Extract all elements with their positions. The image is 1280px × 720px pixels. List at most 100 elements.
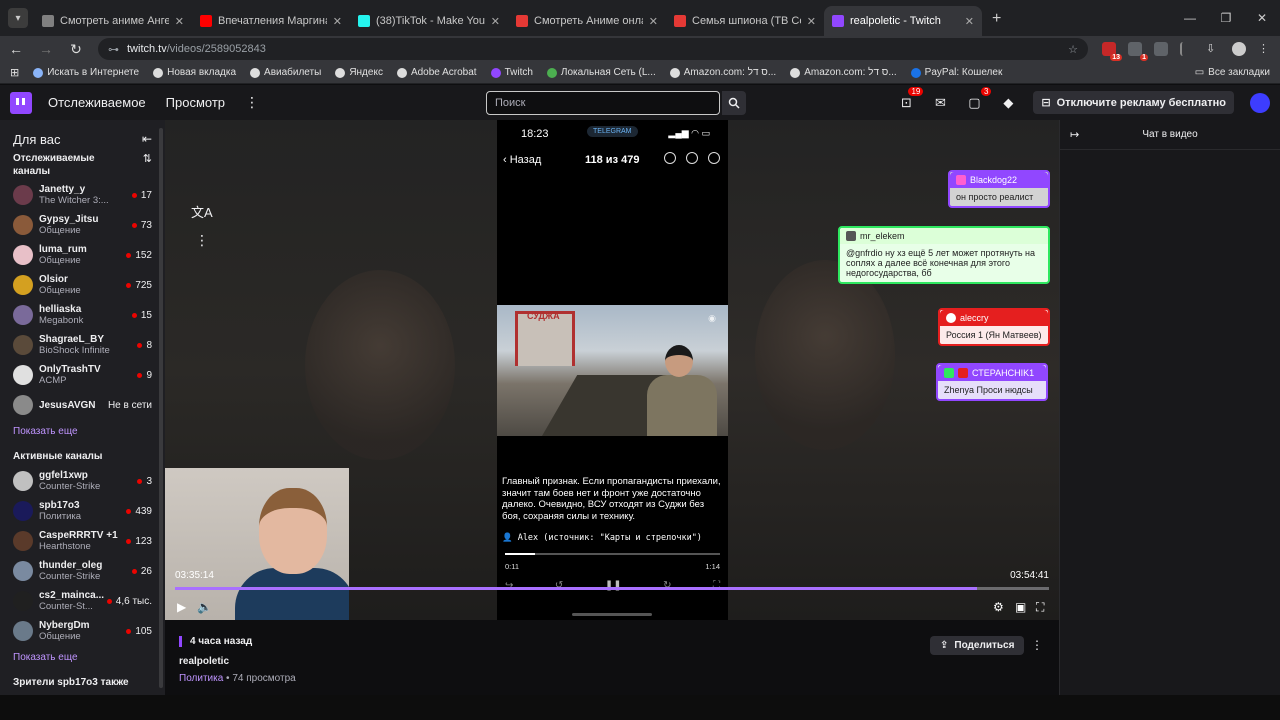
nav-more-icon[interactable]: ⋮ <box>245 94 259 111</box>
tab-close-icon[interactable]: ✕ <box>807 15 816 28</box>
bits-icon[interactable]: ◆ <box>999 94 1017 112</box>
sort-icon[interactable]: ⇅ <box>143 152 152 178</box>
bookmark-item[interactable]: Локальная Сеть (L... <box>546 67 656 78</box>
bookmark-item[interactable]: Amazon.com: ס דל... <box>669 67 776 78</box>
extension-icon-2[interactable]: 1 <box>1128 42 1148 61</box>
bookmark-item[interactable]: Amazon.com: ס דל... <box>790 67 897 78</box>
sidebar-header: Для вас ⇤ <box>0 120 165 150</box>
back-icon[interactable]: ← <box>8 41 24 57</box>
reload-icon[interactable]: ↻ <box>68 41 84 58</box>
restore-icon[interactable]: ❐ <box>1208 0 1244 36</box>
seek-bar[interactable] <box>175 587 1049 590</box>
expand-chat-icon[interactable]: ↦ <box>1070 128 1079 141</box>
sidebar-channel[interactable]: JesusAVGN Не в сети <box>0 390 165 420</box>
download-icon[interactable]: ⇩ <box>1206 42 1220 56</box>
settings-icon[interactable]: ⚙ <box>993 600 1004 614</box>
address-bar[interactable]: ⊶ twitch.tv/videos/2589052843 ☆ <box>98 38 1088 60</box>
all-bookmarks[interactable]: ▭ Все закладки <box>1195 67 1270 78</box>
phone-time-start: 0:11 <box>505 562 520 571</box>
sidebar-channel[interactable]: Gypsy_Jitsu Общение 73 <box>0 210 165 240</box>
tab-search-button[interactable]: ▾ <box>8 8 28 28</box>
channel-name[interactable]: realpoletic <box>179 656 229 667</box>
sidebar-channel[interactable]: OnlyTrashTV ACMP 9 <box>0 360 165 390</box>
sidebar-channel[interactable]: CaspeRRRTV +1 Hearthstone 123 <box>0 526 165 556</box>
tab-close-icon[interactable]: ✕ <box>965 15 974 28</box>
category-link[interactable]: Политика <box>179 673 223 684</box>
extensions-puzzle-icon[interactable] <box>1154 42 1168 56</box>
browser-tab[interactable]: Смотреть Аниме онлайн бесп ✕ <box>508 6 666 36</box>
browser-tab[interactable]: Смотреть аниме Ангельские р ✕ <box>34 6 192 36</box>
phone-counter: 118 из 479 <box>585 154 640 166</box>
channel-info: helliaska Megabonk <box>39 304 132 326</box>
media-icon[interactable] <box>1180 42 1194 56</box>
close-window-icon[interactable]: ✕ <box>1244 0 1280 36</box>
browser-tabstrip: ▾ Смотреть аниме Ангельские р✕Впечатлени… <box>0 0 1280 36</box>
site-info-icon[interactable]: ⊶ <box>108 43 119 56</box>
extension-badge-2: 1 <box>1140 54 1148 61</box>
extension-icon-1[interactable]: 13 <box>1102 42 1122 61</box>
browser-tab[interactable]: (38)TikTok - Make Your Day ✕ <box>350 6 508 36</box>
video-player[interactable]: 文A ⋮ 18:23 TELEGRAM ▂▄▆ ◠ ▭ ‹ Назад 118 … <box>165 120 1059 620</box>
sidebar-channel[interactable]: NybergDm Общение 105 <box>0 616 165 646</box>
channel-game: Общение <box>39 285 81 296</box>
channel-info: ggfel1xwp Counter-Strike <box>39 470 137 492</box>
sidebar-channel[interactable]: cs2_mainca... Counter-St... 4,6 тыс. <box>0 586 165 616</box>
sidebar-channel[interactable]: spb17o3 Политика 439 <box>0 496 165 526</box>
player-more-icon[interactable]: ⋮ <box>195 232 209 249</box>
tab-close-icon[interactable]: ✕ <box>491 15 500 28</box>
nav-following[interactable]: Отслеживаемое <box>48 95 146 110</box>
channel-avatar <box>13 245 33 265</box>
translate-icon[interactable]: 文A <box>191 202 213 221</box>
sidebar-channel[interactable]: Janetty_y The Witcher 3:... 17 <box>0 180 165 210</box>
new-tab-button[interactable]: + <box>992 10 1001 28</box>
sidebar-channel[interactable]: thunder_oleg Counter-Strike 26 <box>0 556 165 586</box>
browser-tab[interactable]: realpoletic - Twitch ✕ <box>824 6 982 36</box>
play-icon[interactable]: ▶ <box>177 600 186 614</box>
nav-browse[interactable]: Просмотр <box>166 95 225 110</box>
viewer-count: 725 <box>126 280 152 291</box>
bookmark-item[interactable]: Искать в Интернете <box>33 67 139 78</box>
bookmark-item[interactable]: Яндекс <box>335 67 383 78</box>
sidebar-channel[interactable]: ShagraeL_BY BioShock Infinite 8 <box>0 330 165 360</box>
sidebar-channel[interactable]: luma_rum Общение 152 <box>0 240 165 270</box>
browser-tab[interactable]: Впечатления Маргинала от де ✕ <box>192 6 350 36</box>
video-more-icon[interactable]: ⋮ <box>1031 638 1043 652</box>
channel-game: Counter-St... <box>39 601 93 612</box>
share-button[interactable]: ⇪ Поделиться <box>930 636 1025 655</box>
tab-close-icon[interactable]: ✕ <box>333 15 342 28</box>
tab-close-icon[interactable]: ✕ <box>649 15 658 28</box>
browser-tab[interactable]: Семья шпиона (ТВ Сериал, 3 с ✕ <box>666 6 824 36</box>
sidebar-channel[interactable]: Olsior Общение 725 <box>0 270 165 300</box>
bookmark-item[interactable]: Adobe Acrobat <box>396 67 477 78</box>
user-avatar[interactable] <box>1250 92 1270 113</box>
show-more-active[interactable]: Показать еще <box>0 646 165 669</box>
sidebar-channel[interactable]: ggfel1xwp Counter-Strike 3 <box>0 466 165 496</box>
bookmark-star-icon[interactable]: ☆ <box>1068 43 1078 56</box>
bookmark-item[interactable]: Авиабилеты <box>250 67 321 78</box>
theatre-mode-icon[interactable]: ▣ <box>1015 600 1026 614</box>
show-more-followed[interactable]: Показать еще <box>0 420 165 443</box>
fullscreen-icon[interactable]: ⛶ <box>1036 600 1044 615</box>
overlay-chat-user: Blackdog22 <box>970 175 1018 185</box>
search-input[interactable]: Поиск <box>486 91 720 115</box>
minimize-icon[interactable]: — <box>1172 0 1208 36</box>
bookmark-item[interactable]: Twitch <box>490 67 533 78</box>
collapse-sidebar-icon[interactable]: ⇤ <box>142 132 152 146</box>
twitch-logo[interactable] <box>10 91 32 114</box>
inbox-icon[interactable]: ✉ <box>931 94 949 112</box>
volume-icon[interactable]: 🔈 <box>197 600 212 614</box>
sidebar-scrollbar[interactable] <box>159 128 163 688</box>
tab-title: Семья шпиона (ТВ Сериал, 3 с <box>692 15 801 27</box>
bookmark-item[interactable]: PayPal: Кошелек <box>910 67 1002 78</box>
forward-icon[interactable]: → <box>38 41 54 57</box>
ad-free-button[interactable]: ⊟ Отключите рекламу бесплатно <box>1033 91 1234 114</box>
tab-close-icon[interactable]: ✕ <box>175 15 184 28</box>
chrome-menu-icon[interactable]: ⋮ <box>1258 42 1272 56</box>
profile-avatar[interactable] <box>1232 42 1246 56</box>
notifications-icon[interactable]: ▢ 3 <box>965 86 992 112</box>
sidebar-channel[interactable]: helliaska Megabonk 15 <box>0 300 165 330</box>
bookmark-item[interactable]: Новая вкладка <box>153 67 236 78</box>
prime-loot-icon[interactable]: ⊡ 19 <box>897 86 924 112</box>
search-button[interactable] <box>722 91 746 115</box>
apps-icon[interactable]: ⊞ <box>10 66 19 79</box>
